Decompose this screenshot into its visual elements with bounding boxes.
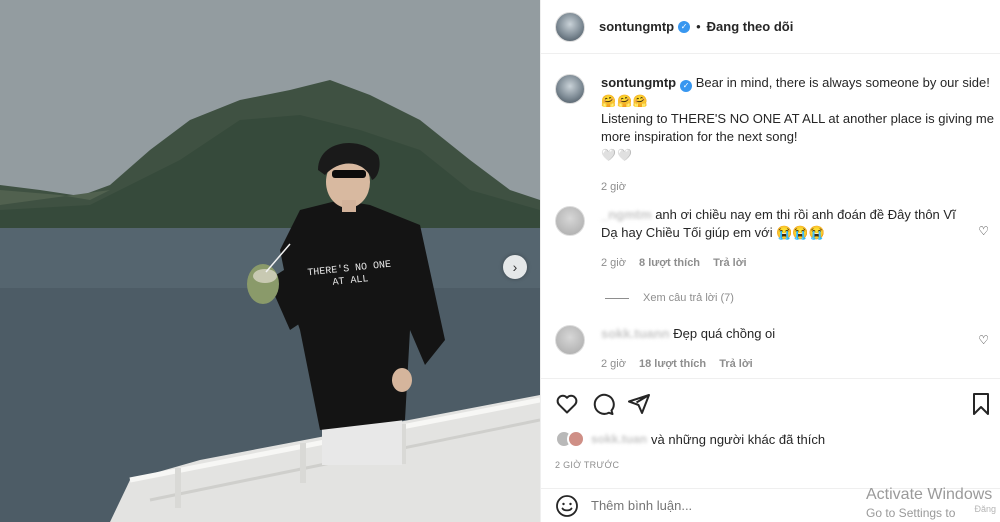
follow-status-button[interactable]: Đang theo dõi: [707, 19, 794, 34]
share-send-icon[interactable]: [627, 392, 651, 416]
heart-icon[interactable]: ♡: [978, 224, 989, 238]
add-comment-bar: [541, 488, 1000, 522]
reply-button[interactable]: Trả lời: [719, 358, 753, 370]
comment-avatar[interactable]: [555, 206, 585, 236]
header-username[interactable]: sontungmtp: [599, 19, 674, 34]
caption-avatar[interactable]: [555, 74, 585, 104]
likes-summary[interactable]: sokk.tuan và những người khác đã thích: [555, 430, 825, 448]
caption-line-2: Listening to THERE'S NO ONE AT ALL at an…: [601, 111, 994, 144]
avatar[interactable]: [555, 11, 585, 42]
next-photo-button[interactable]: ›: [503, 255, 527, 279]
caption-body: sontungmtp ✓ Bear in mind, there is alway…: [601, 74, 995, 196]
emoji-smile-icon[interactable]: [555, 494, 579, 518]
comment-item: _ngmtm anh ơi chiều nay em thi rồi anh đ…: [555, 206, 995, 272]
caption-emojis: 🤗🤗🤗: [601, 94, 649, 108]
comment-text: anh ơi chiều nay em thi rồi anh đoán đề …: [601, 207, 956, 240]
liker-username[interactable]: sokk.tuan: [591, 432, 647, 446]
photo-scene: [0, 0, 540, 522]
comment-meta: 2 giờ 18 lượt thích Trả lời: [601, 355, 995, 373]
chevron-right-icon: ›: [512, 259, 518, 275]
comment-likes[interactable]: 18 lượt thích: [639, 358, 706, 370]
comment-text: Đẹp quá chồng oi: [673, 326, 776, 341]
comment-username[interactable]: _ngmtm: [601, 207, 652, 222]
comment-username[interactable]: sokk.tuann: [601, 326, 670, 341]
divider-line: [605, 297, 629, 299]
comment-bubble-icon[interactable]: [591, 392, 615, 416]
post-detail-panel: sontungmtp ✓ • Đang theo dõi sontungmtp ✓…: [540, 0, 1000, 522]
add-comment-input[interactable]: [591, 498, 851, 513]
comment-meta: 2 giờ 8 lượt thích Trả lời: [601, 254, 995, 272]
heart-icon[interactable]: ♡: [978, 333, 989, 347]
comment-body: sokk.tuann Đẹp quá chồng oi 2 giờ 18 lượ…: [601, 325, 995, 373]
post-photo[interactable]: THERE'S NO ONE AT ALL ›: [0, 0, 540, 522]
caption-line-1: Bear in mind, there is always someone by…: [695, 75, 990, 90]
like-heart-icon[interactable]: [555, 392, 579, 416]
comment-item: sokk.tuann Đẹp quá chồng oi 2 giờ 18 lượ…: [555, 325, 995, 373]
verified-badge-icon: ✓: [680, 80, 693, 92]
comment-time[interactable]: 2 giờ: [601, 358, 626, 370]
post-time-ago[interactable]: 2 GIỜ TRƯỚC: [555, 460, 619, 470]
caption-username[interactable]: sontungmtp: [601, 75, 676, 90]
comment-likes[interactable]: 8 lượt thích: [639, 257, 700, 269]
reply-button[interactable]: Trả lời: [713, 257, 747, 269]
post-caption: sontungmtp ✓ Bear in mind, there is alway…: [555, 74, 995, 196]
comment-time[interactable]: 2 giờ: [601, 257, 626, 269]
liker-avatar: [567, 430, 585, 448]
view-replies-button[interactable]: Xem câu trả lời (7): [605, 292, 734, 304]
action-bar: [541, 378, 1000, 430]
likes-text: và những người khác đã thích: [651, 431, 826, 447]
comment-avatar[interactable]: [555, 325, 585, 355]
view-replies-label: Xem câu trả lời (7): [643, 292, 734, 304]
caption-emojis-2: 🤍🤍: [601, 148, 633, 162]
verified-badge-icon: ✓: [678, 20, 691, 33]
separator-dot: •: [696, 19, 701, 34]
bookmark-icon[interactable]: [969, 392, 993, 416]
post-header: sontungmtp ✓ • Đang theo dõi: [541, 0, 1000, 54]
comment-body: _ngmtm anh ơi chiều nay em thi rồi anh đ…: [601, 206, 995, 272]
caption-time[interactable]: 2 giờ: [601, 178, 995, 196]
